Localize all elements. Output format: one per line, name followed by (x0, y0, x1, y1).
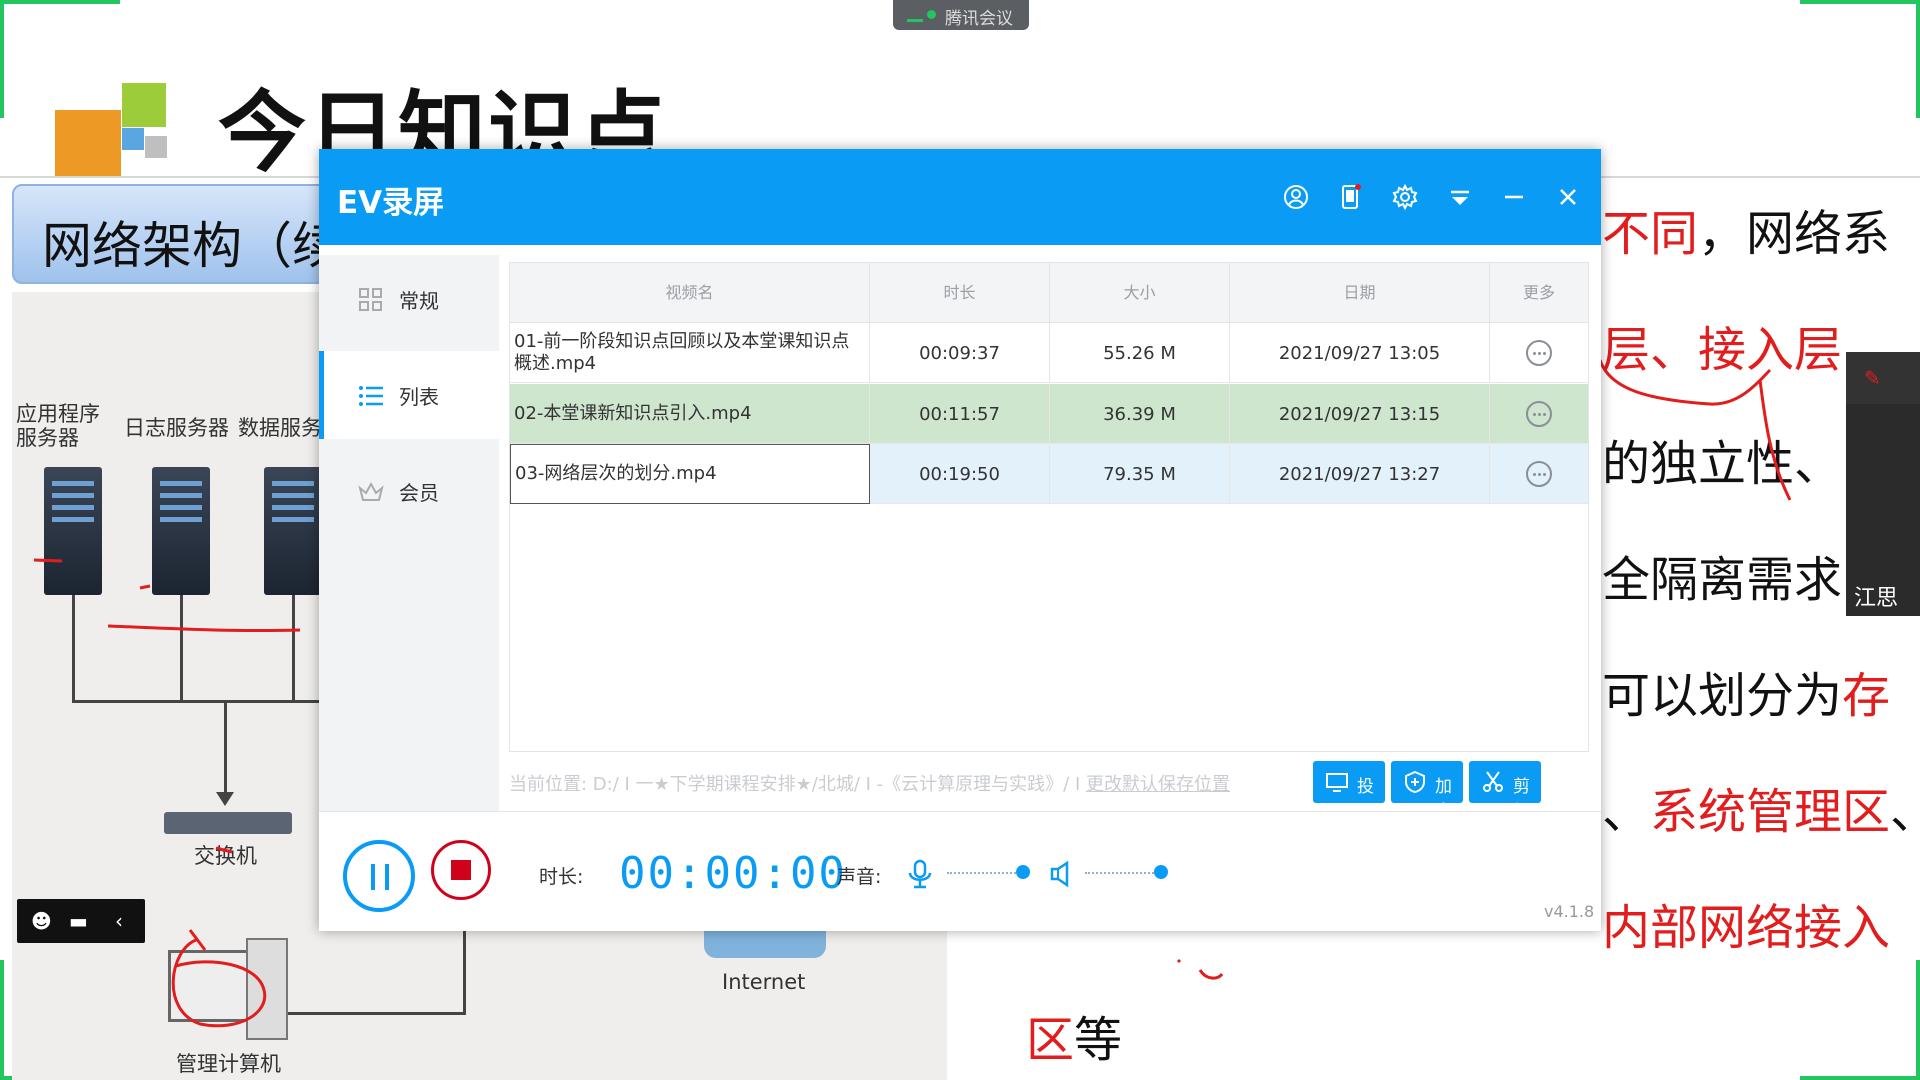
sound-label: 声音: (837, 866, 882, 888)
column-header[interactable]: 大小 (1050, 263, 1230, 323)
change-save-location-link[interactable]: 更改默认保存位置 (1086, 774, 1230, 795)
minimize-icon[interactable] (1497, 180, 1531, 214)
video-size: 55.26 M (1050, 323, 1230, 383)
table-header: 视频名 时长 大小 日期 更多 (510, 263, 1588, 323)
slide-text-line: 全隔离需求 (1602, 552, 1843, 608)
ev-recorder-window: EV录屏 常规 列表 会员 视频名 时长 大小 日期 更多 01-前一阶段知识点… (319, 149, 1601, 931)
video-date: 2021/09/27 13:15 (1230, 384, 1490, 444)
device-icon[interactable] (1333, 180, 1367, 214)
more-options-icon[interactable] (1526, 340, 1552, 366)
video-date: 2021/09/27 13:05 (1230, 323, 1490, 383)
share-border-corner (1800, 0, 1920, 4)
column-header[interactable]: 视频名 (510, 263, 870, 323)
video-list-table: 视频名 时长 大小 日期 更多 01-前一阶段知识点回顾以及本堂课知识点概述.m… (509, 262, 1589, 752)
stop-button[interactable] (431, 840, 491, 900)
video-name: 02-本堂课新知识点引入.mp4 (510, 384, 870, 444)
more-options-icon[interactable] (1526, 461, 1552, 487)
column-header[interactable]: 时长 (870, 263, 1050, 323)
chat-icon[interactable]: ▬ (69, 909, 88, 933)
table-row[interactable]: 03-网络层次的划分.mp4 00:19:50 79.35 M 2021/09/… (510, 444, 1588, 504)
edit-button[interactable]: 剪辑 (1469, 761, 1541, 822)
save-path-label: 当前位置: D:/ I 一★下学期课程安排★/北城/ I -《云计算原理与实践》… (509, 774, 1081, 795)
pause-button[interactable] (343, 840, 415, 912)
duration-label: 时长: (539, 866, 584, 888)
speaker-icon[interactable] (1047, 858, 1077, 890)
share-border-corner (1916, 960, 1920, 1080)
share-border-corner (1916, 0, 1920, 118)
collapse-icon[interactable]: ‹ (115, 909, 123, 933)
video-date: 2021/09/27 13:27 (1230, 444, 1490, 504)
grid-icon (359, 288, 382, 311)
slide-text-line: 可以划分为存 (1602, 668, 1891, 724)
encrypt-button[interactable]: 加密 (1391, 761, 1463, 822)
cast-icon (1326, 773, 1348, 792)
dropdown-icon[interactable] (1443, 180, 1477, 214)
stop-icon (451, 860, 471, 880)
app-title: EV录屏 (337, 185, 445, 221)
sidebar-item-label: 会员 (399, 481, 439, 505)
close-icon[interactable] (1551, 180, 1585, 214)
slide-text-line: 区等 (1026, 1012, 1123, 1068)
share-border-corner (1800, 1076, 1920, 1080)
column-header[interactable]: 日期 (1230, 263, 1490, 323)
cast-button[interactable]: 投屏 (1313, 761, 1385, 822)
video-duration: 00:19:50 (870, 444, 1050, 504)
scissors-icon (1483, 771, 1503, 792)
pen-mark (1176, 958, 1224, 980)
sidebar-item-label: 列表 (399, 385, 439, 409)
sidebar-item-member[interactable]: 会员 (319, 447, 499, 535)
participant-name: 江思 (1854, 586, 1899, 611)
settings-icon[interactable] (1388, 180, 1422, 214)
mic-muted-icon: ✎ (1864, 366, 1881, 390)
shield-icon (1405, 770, 1425, 794)
sidebar-item-label: 常规 (399, 289, 439, 313)
speaker-volume-knob[interactable] (1154, 865, 1168, 879)
video-size: 79.35 M (1050, 444, 1230, 504)
crown-icon (358, 481, 384, 501)
version-label: v4.1.8 (1544, 902, 1595, 921)
mic-volume-knob[interactable] (1016, 865, 1030, 879)
slide-text-line: 不同，网络系 (1602, 206, 1891, 262)
titlebar[interactable]: EV录屏 (319, 149, 1601, 245)
video-duration: 00:11:57 (870, 384, 1050, 444)
table-row[interactable]: 01-前一阶段知识点回顾以及本堂课知识点概述.mp4 00:09:37 55.2… (510, 323, 1588, 383)
sidebar-item-general[interactable]: 常规 (319, 255, 499, 343)
save-path: 当前位置: D:/ I 一★下学期课程安排★/北城/ I -《云计算原理与实践》… (509, 765, 1309, 805)
sidebar-item-list[interactable]: 列表 (319, 351, 499, 439)
slide-text-line: 、系统管理区、 (1602, 784, 1920, 840)
sidebar: 常规 列表 会员 (319, 255, 499, 811)
microphone-icon[interactable] (905, 858, 935, 890)
video-name-edit-field[interactable]: 03-网络层次的划分.mp4 (510, 444, 870, 504)
speaker-volume-slider[interactable] (1085, 872, 1165, 874)
column-header: 更多 (1522, 283, 1555, 302)
more-options-icon[interactable] (1526, 401, 1552, 427)
user-icon[interactable] (1279, 180, 1313, 214)
emoji-icon[interactable]: ☻ (31, 909, 52, 933)
meeting-mini-toolbar: ☻ ▬ ‹ (17, 899, 145, 943)
recording-control-bar: 时长: 00:00:00 声音: v4.1.8 (319, 811, 1601, 931)
table-row[interactable]: 02-本堂课新知识点引入.mp4 00:11:57 36.39 M 2021/0… (510, 384, 1588, 444)
slide-text-line: 内部网络接入 (1602, 900, 1891, 956)
recording-timer: 00:00:00 (619, 848, 847, 899)
pen-annotations-right (1598, 359, 1792, 501)
screen: 腾讯会议 今日知识点 网络架构（续 应用程序 服务器 日志服务器 数据服务 交换… (0, 0, 1920, 1080)
video-duration: 00:09:37 (870, 323, 1050, 383)
participant-video-tile[interactable]: ✎ 江思 (1846, 352, 1920, 616)
mic-volume-slider[interactable] (947, 872, 1027, 874)
video-size: 36.39 M (1050, 384, 1230, 444)
list-icon (359, 386, 383, 406)
video-name: 01-前一阶段知识点回顾以及本堂课知识点概述.mp4 (510, 323, 870, 383)
